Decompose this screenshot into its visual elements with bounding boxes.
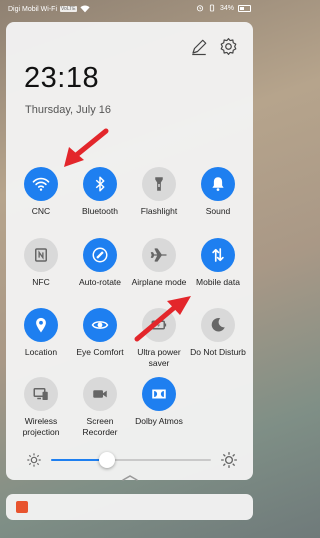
- tile-do-not-disturb[interactable]: Do Not Disturb: [186, 308, 250, 358]
- location-icon: [36, 317, 46, 333]
- wifi-toggle[interactable]: [24, 167, 58, 201]
- status-bar: Digi Mobil Wi-Fi VoLTE 34%: [0, 0, 259, 18]
- nfc-toggle[interactable]: [24, 238, 58, 272]
- mobile-data-toggle[interactable]: [201, 238, 235, 272]
- notification-app-icon: [16, 501, 28, 513]
- status-bar-right: 34%: [196, 4, 251, 12]
- vibrate-icon: [209, 4, 215, 12]
- tile-label: Do Not Disturb: [190, 347, 246, 357]
- tile-wireless-projection[interactable]: Wireless projection: [9, 377, 73, 438]
- tile-eye-comfort[interactable]: Eye Comfort: [68, 308, 132, 358]
- bell-icon: [212, 177, 224, 191]
- tile-flashlight[interactable]: Flashlight: [127, 167, 191, 217]
- brightness-slider[interactable]: [51, 452, 211, 468]
- tile-dolby-atmos[interactable]: Dolby Atmos: [127, 377, 191, 427]
- tile-screen-recorder[interactable]: Screen Recorder: [68, 377, 132, 438]
- tile-sound[interactable]: Sound: [186, 167, 250, 217]
- tile-label: Screen Recorder: [82, 416, 118, 437]
- tile-label: Eye Comfort: [76, 347, 124, 357]
- tile-cnc[interactable]: CNC: [9, 167, 73, 217]
- tile-label: Dolby Atmos: [135, 416, 183, 426]
- bluetooth-toggle[interactable]: [83, 167, 117, 201]
- tile-nfc[interactable]: NFC: [9, 238, 73, 288]
- alarm-icon: [196, 5, 204, 12]
- power-saver-toggle[interactable]: [142, 308, 176, 342]
- eye-comfort-toggle[interactable]: [83, 308, 117, 342]
- wifi-status-icon: [80, 5, 90, 13]
- wifi-icon: [32, 177, 50, 191]
- dolby-atmos-toggle[interactable]: [142, 377, 176, 411]
- tile-auto-rotate[interactable]: Auto-rotate: [68, 238, 132, 288]
- do-not-disturb-toggle[interactable]: [201, 308, 235, 342]
- tile-ultra-power-saver[interactable]: Ultra power saver: [127, 308, 191, 369]
- battery-percent: 34%: [219, 4, 234, 12]
- tile-label: Mobile data: [196, 277, 240, 287]
- tile-label: Sound: [205, 206, 231, 216]
- quick-settings-panel: 23:18 Thursday, July 16 CNC Bluetooth Fl…: [6, 22, 253, 482]
- edit-icon[interactable]: [190, 38, 208, 56]
- tile-label: CNC: [31, 206, 51, 216]
- auto-rotate-icon: [92, 247, 108, 263]
- tile-label: Airplane mode: [131, 277, 187, 287]
- brightness-high-icon: [221, 452, 237, 468]
- mobile-data-icon: [212, 248, 224, 262]
- wireless-projection-toggle[interactable]: [24, 377, 58, 411]
- tile-airplane-mode[interactable]: Airplane mode: [127, 238, 191, 288]
- tile-label: Location: [24, 347, 58, 357]
- tile-label: Auto-rotate: [78, 277, 122, 287]
- status-bar-left: Digi Mobil Wi-Fi VoLTE: [8, 5, 90, 13]
- airplane-icon: [150, 248, 167, 262]
- battery-icon: [238, 4, 251, 12]
- tile-mobile-data[interactable]: Mobile data: [186, 238, 250, 288]
- panel-collapse-handle[interactable]: [121, 474, 139, 482]
- gear-icon[interactable]: [219, 37, 238, 56]
- moon-icon: [211, 318, 225, 332]
- nfc-icon: [35, 248, 47, 262]
- location-toggle[interactable]: [24, 308, 58, 342]
- tile-location[interactable]: Location: [9, 308, 73, 358]
- brightness-control: [24, 450, 238, 470]
- tile-label: Flashlight: [140, 206, 178, 216]
- power-saver-icon: [151, 320, 167, 330]
- projection-icon: [33, 388, 48, 400]
- flashlight-icon: [155, 177, 163, 191]
- tile-label: NFC: [32, 277, 50, 287]
- clock-date[interactable]: Thursday, July 16: [25, 104, 111, 116]
- tile-label: Ultra power saver: [137, 347, 181, 368]
- clock-time[interactable]: 23:18: [24, 62, 99, 95]
- sound-toggle[interactable]: [201, 167, 235, 201]
- brightness-low-icon: [27, 453, 41, 467]
- volte-badge: VoLTE: [60, 6, 77, 12]
- tile-bluetooth[interactable]: Bluetooth: [68, 167, 132, 217]
- auto-rotate-toggle[interactable]: [83, 238, 117, 272]
- brightness-thumb[interactable]: [99, 452, 115, 468]
- tile-label: Wireless projection: [22, 416, 60, 437]
- carrier-name: Digi Mobil Wi-Fi: [8, 5, 57, 13]
- screen-recorder-icon: [93, 390, 107, 398]
- tile-label: Bluetooth: [82, 206, 118, 216]
- dolby-icon: [152, 389, 166, 399]
- screen-recorder-toggle[interactable]: [83, 377, 117, 411]
- flashlight-toggle[interactable]: [142, 167, 176, 201]
- notification-card[interactable]: [6, 494, 253, 520]
- airplane-toggle[interactable]: [142, 238, 176, 272]
- eye-icon: [91, 321, 109, 329]
- bluetooth-icon: [95, 176, 105, 192]
